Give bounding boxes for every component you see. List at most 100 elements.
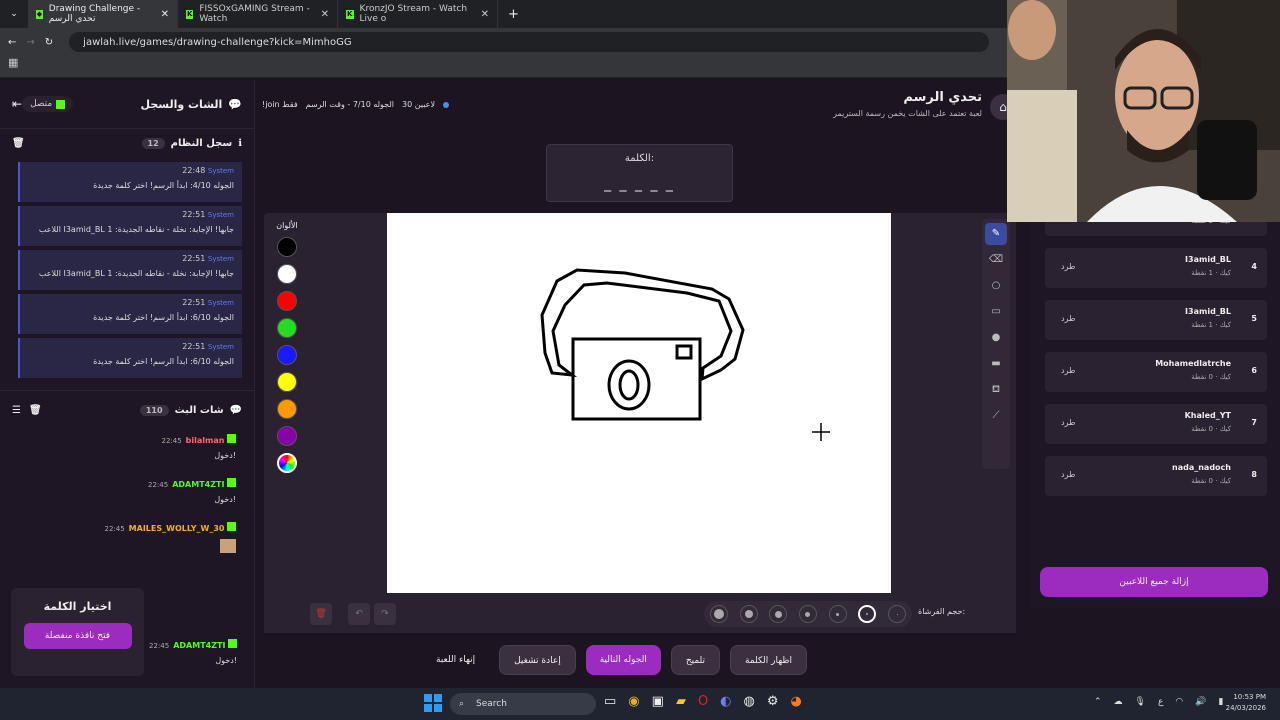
task-view-icon[interactable]: ▭ — [604, 694, 616, 709]
language-icon[interactable]: ع — [1158, 697, 1163, 707]
home-icon: ⌂ — [999, 100, 1007, 114]
close-icon[interactable]: ✕ — [161, 9, 169, 20]
brush-size-option[interactable] — [769, 605, 788, 623]
kick-player-button[interactable]: طرد — [1061, 366, 1075, 375]
brush-size-option[interactable] — [888, 605, 907, 623]
volume-icon[interactable]: 🔊 — [1195, 697, 1206, 707]
player-rank: 6 — [1251, 366, 1257, 375]
trash-icon[interactable]: 🗑 — [29, 405, 42, 416]
color-swatch[interactable] — [277, 426, 297, 446]
steam-icon[interactable]: ◍ — [744, 694, 755, 709]
network-icon[interactable]: ☁ — [1114, 697, 1123, 707]
player-name: Mohamedlatrche — [1155, 359, 1231, 368]
tab-fisso-stream[interactable]: K FISSOxGAMING Stream - Watch ✕ — [178, 0, 338, 28]
tab-kronzjo-stream[interactable]: K KronzJO Stream - Watch Live o ✕ — [338, 0, 498, 28]
list-item: 22:51 System اللاعب I3amid_BL جابها! الإج… — [18, 250, 242, 290]
trash-icon[interactable]: 🗑 — [12, 138, 25, 149]
clock-date: 24/03/2026 — [1225, 704, 1266, 712]
message-time: 22:45 — [161, 437, 182, 445]
tab-drawing-challenge[interactable]: ◆ Drawing Challenge - تحدي الرسم ✕ — [28, 0, 178, 28]
info-icon: ℹ — [238, 138, 242, 149]
fill-rect-tool[interactable]: ▬ — [985, 353, 1007, 375]
bucket-tool[interactable]: ⛾ — [985, 379, 1007, 401]
tab-title: Drawing Challenge - تحدي الرسم — [48, 4, 141, 24]
reveal-word-button[interactable]: اظهار الكلمة — [730, 645, 808, 675]
forward-icon[interactable]: → — [26, 37, 34, 48]
kick-icon — [56, 99, 66, 109]
clock[interactable]: 10:53 PM 24/03/2026 — [1226, 692, 1266, 714]
color-swatch[interactable] — [277, 399, 297, 419]
brush-size-option[interactable] — [798, 605, 817, 623]
undo-button[interactable]: ↶ — [348, 603, 370, 625]
taskbar-search[interactable]: ⌕ Search — [450, 693, 596, 715]
back-icon[interactable]: ← — [8, 37, 16, 48]
brush-size-option[interactable] — [709, 605, 728, 623]
message-time: 22:45 — [148, 481, 169, 489]
new-tab-button[interactable]: + — [498, 7, 529, 22]
menu-icon[interactable]: ☰ — [12, 405, 21, 416]
word-mask: _ _ _ _ _ — [604, 176, 675, 192]
eraser-tool[interactable]: ⌫ — [985, 249, 1007, 271]
hint-button[interactable]: تلميح — [670, 645, 721, 675]
kick-player-button[interactable]: طرد — [1061, 418, 1075, 427]
panel-title: الشات والسجل — [140, 97, 223, 111]
emote-image — [220, 539, 236, 553]
battery-icon[interactable]: ▮ — [1218, 697, 1223, 707]
custom-color-picker[interactable] — [277, 453, 297, 473]
color-swatch[interactable] — [277, 345, 297, 365]
player-name: nada_nadoch — [1172, 463, 1231, 472]
board-controls: 🗑 ↶ ↷ حجم الفرشاة: — [264, 595, 1016, 633]
reload-icon[interactable]: ↻ — [45, 37, 53, 48]
mic-icon[interactable]: 🎙 — [1135, 697, 1146, 707]
close-icon[interactable]: ✕ — [321, 9, 329, 20]
open-popup-button[interactable]: فتح نافذة منفصلة — [23, 623, 132, 649]
clear-button[interactable]: 🗑 — [310, 603, 332, 625]
chat-bubble-icon: 💬 — [229, 405, 242, 416]
wifi-icon[interactable]: ◠ — [1175, 697, 1183, 707]
chevron-up-icon[interactable]: ⌃ — [1094, 697, 1102, 707]
color-swatch[interactable] — [277, 318, 297, 338]
message-user: ADAMT4ZTI — [173, 641, 226, 650]
opera-icon[interactable]: O — [698, 694, 708, 709]
drawing-canvas[interactable] — [387, 213, 891, 593]
color-swatch[interactable] — [277, 372, 297, 392]
chat-log-panel: ⇤ متصل الشات والسجل 💬 🗑 12 سجل النظام ℹ … — [0, 80, 255, 688]
brush-size-option-selected[interactable] — [858, 605, 877, 623]
next-round-button[interactable]: الجوله التالية — [585, 645, 661, 675]
kick-player-button[interactable]: طرد — [1061, 314, 1075, 323]
app-icon[interactable]: ⚙ — [767, 694, 779, 709]
chrome-icon[interactable]: ◉ — [628, 694, 639, 709]
discord-icon[interactable]: ◐ — [720, 694, 731, 709]
line-tool[interactable]: ⟋ — [985, 405, 1007, 427]
pencil-tool[interactable]: ✎ — [985, 223, 1007, 245]
restart-button[interactable]: إعادة تشغيل — [499, 645, 576, 675]
tool-bar: ✎ ⌫ ○ ▭ ● ▬ ⛾ ⟋ — [982, 219, 1010, 469]
chat-count: 110 — [139, 405, 169, 416]
color-swatch[interactable] — [277, 237, 297, 257]
circle-tool[interactable]: ○ — [985, 275, 1007, 297]
fill-circle-tool[interactable]: ● — [985, 327, 1007, 349]
color-swatch[interactable] — [277, 264, 297, 284]
brush-size-option[interactable] — [739, 605, 758, 623]
photos-icon[interactable]: ▣ — [652, 694, 664, 709]
redo-button[interactable]: ↷ — [374, 603, 396, 625]
kick-player-button[interactable]: طرد — [1061, 470, 1075, 479]
folder-icon[interactable]: ▰ — [676, 694, 686, 709]
end-game-button[interactable]: إنهاء اللعبة — [422, 645, 489, 675]
start-button[interactable] — [424, 694, 442, 712]
rectangle-tool[interactable]: ▭ — [985, 301, 1007, 323]
firefox-icon[interactable]: ◕ — [791, 694, 802, 709]
close-icon[interactable]: ✕ — [481, 9, 489, 20]
color-swatch[interactable] — [277, 291, 297, 311]
tab-list-icon[interactable]: ⌄ — [0, 9, 28, 19]
url-input[interactable]: jawlah.live/games/drawing-challenge?kick… — [69, 32, 990, 52]
remove-all-players-button[interactable]: إزالة جميع اللاعبين — [1040, 567, 1268, 597]
brush-size-option[interactable] — [828, 605, 847, 623]
message-user: MAILES_WOLLY_W_30 — [128, 524, 225, 533]
apps-icon[interactable]: ▦ — [8, 56, 18, 69]
chat-bubble-icon: 💬 — [228, 97, 242, 111]
player-row: طرد nada_nadoch كيك · 0 نقطة 8 — [1045, 456, 1267, 496]
message-user: System — [207, 299, 234, 307]
collapse-panel-icon[interactable]: ⇤ — [12, 97, 22, 111]
kick-player-button[interactable]: طرد — [1061, 262, 1075, 271]
